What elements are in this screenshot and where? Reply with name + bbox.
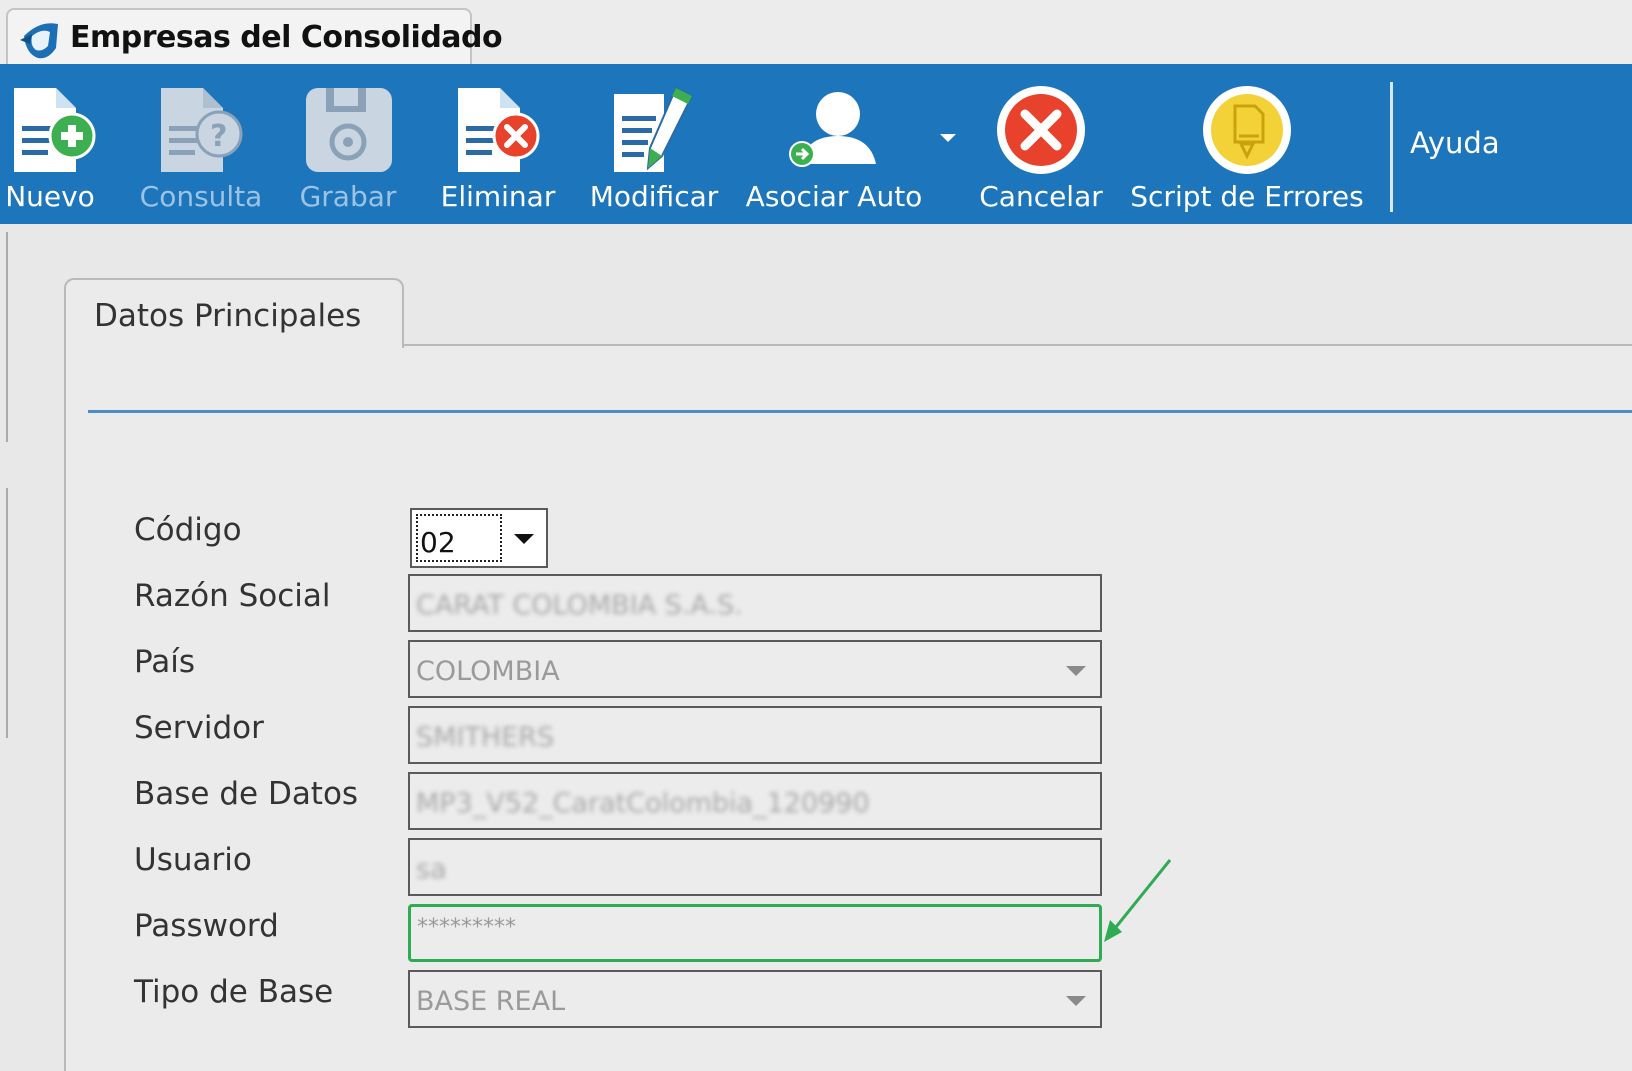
servidor-label: Servidor: [134, 710, 264, 746]
usuario-field[interactable]: sa: [408, 838, 1102, 896]
modify-button[interactable]: Modificar: [585, 72, 723, 217]
title-tab-strip: Empresas del Consolidado: [0, 0, 1632, 66]
password-label: Password: [134, 908, 279, 944]
codigo-input[interactable]: 02: [416, 514, 502, 562]
modify-button-label: Modificar: [589, 180, 719, 213]
chevron-down-icon[interactable]: [1066, 666, 1086, 676]
tab-label: Datos Principales: [94, 298, 362, 334]
password-field[interactable]: *********: [408, 904, 1102, 962]
servidor-value: SMITHERS: [416, 722, 555, 753]
usuario-label: Usuario: [134, 842, 252, 878]
base-datos-label: Base de Datos: [134, 776, 359, 812]
edit-document-icon: [614, 86, 694, 172]
tipo-base-select[interactable]: BASE REAL: [408, 970, 1102, 1028]
window-title-tab[interactable]: Empresas del Consolidado: [6, 8, 503, 64]
app-logo-icon: [20, 23, 58, 59]
help-link[interactable]: Ayuda: [1410, 126, 1500, 160]
razon-social-label: Razón Social: [134, 578, 331, 614]
tab-datos-principales[interactable]: Datos Principales: [64, 278, 404, 348]
save-button-label: Grabar: [299, 180, 397, 213]
left-panel-edge: [0, 232, 8, 442]
section-divider: [88, 410, 1632, 413]
associate-user-icon: [789, 92, 876, 167]
save-icon: [306, 88, 392, 172]
query-button[interactable]: ? Consulta: [138, 72, 264, 217]
chevron-down-icon[interactable]: [514, 534, 534, 544]
codigo-label: Código: [134, 512, 242, 548]
query-document-icon: ?: [161, 88, 243, 172]
window-title: Empresas del Consolidado: [70, 20, 503, 55]
svg-text:?: ?: [210, 119, 227, 154]
base-datos-value: MP3_V52_CaratColombia_120990: [416, 788, 870, 819]
associate-auto-button-label: Asociar Auto: [745, 180, 923, 213]
error-script-icon: [1203, 86, 1291, 174]
tipo-base-value: BASE REAL: [416, 986, 566, 1017]
codigo-value: 02: [420, 526, 456, 559]
delete-button-label: Eliminar: [440, 180, 556, 213]
query-button-label: Consulta: [139, 180, 263, 213]
error-script-button-label: Script de Errores: [1130, 180, 1364, 213]
cancel-button[interactable]: Cancelar: [976, 72, 1106, 217]
cancel-icon: [997, 86, 1085, 174]
error-script-button[interactable]: Script de Errores: [1124, 72, 1370, 217]
pais-value: COLOMBIA: [416, 656, 560, 687]
password-value: *********: [417, 915, 516, 940]
save-button[interactable]: Grabar: [296, 72, 400, 217]
tipo-base-label: Tipo de Base: [134, 974, 334, 1010]
razon-social-value: CARAT COLOMBIA S.A.S.: [416, 590, 743, 621]
razon-social-field[interactable]: CARAT COLOMBIA S.A.S.: [408, 574, 1102, 632]
delete-button[interactable]: Eliminar: [438, 72, 558, 217]
toolbar-separator: [1390, 82, 1393, 212]
new-button[interactable]: Nuevo: [0, 72, 100, 217]
app-window: Empresas del Consolidado Nuevo ? Consult…: [0, 0, 1632, 1071]
usuario-value: sa: [416, 854, 447, 885]
pais-select[interactable]: COLOMBIA: [408, 640, 1102, 698]
new-button-label: Nuevo: [5, 180, 95, 213]
delete-document-icon: [458, 88, 540, 172]
new-document-icon: [14, 88, 96, 172]
cancel-button-label: Cancelar: [979, 180, 1103, 213]
pais-label: País: [134, 644, 196, 680]
annotation-arrow-icon: [1104, 859, 1172, 942]
servidor-field[interactable]: SMITHERS: [408, 706, 1102, 764]
base-datos-field[interactable]: MP3_V52_CaratColombia_120990: [408, 772, 1102, 830]
chevron-down-icon[interactable]: [1066, 996, 1086, 1006]
left-panel-edge: [0, 488, 8, 738]
associate-auto-button[interactable]: Asociar Auto: [744, 72, 924, 217]
codigo-combobox[interactable]: 02: [410, 508, 548, 568]
toolbar: Nuevo ? Consulta Grabar Eliminar Modific…: [0, 64, 1632, 224]
associate-auto-dropdown-caret[interactable]: [940, 134, 956, 142]
